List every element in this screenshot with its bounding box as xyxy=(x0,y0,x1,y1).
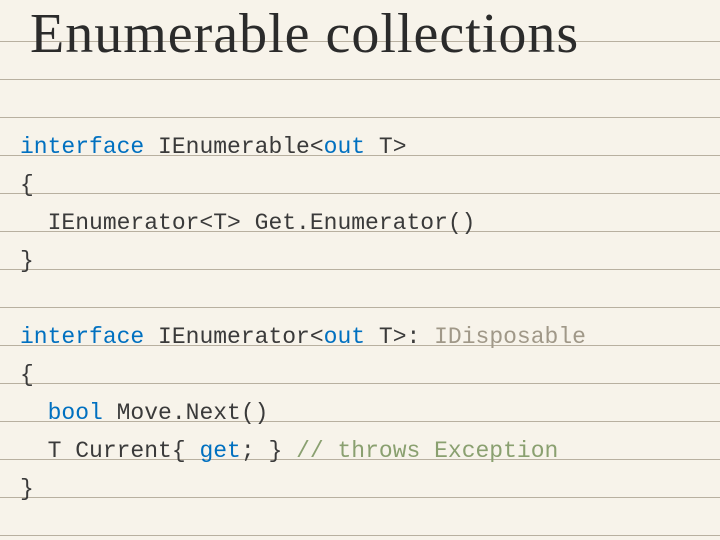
code-text: IEnumerable< xyxy=(144,134,323,160)
brace-close-2: } xyxy=(20,476,34,502)
notebook-paper: Enumerable collections interface IEnumer… xyxy=(0,0,720,540)
code-text: T Current{ xyxy=(20,438,199,464)
code-text: Move.Next() xyxy=(103,400,269,426)
keyword-out-1: out xyxy=(324,134,365,160)
keyword-interface-2: interface xyxy=(20,324,144,350)
blank-line xyxy=(20,286,34,312)
indent xyxy=(20,400,48,426)
keyword-get: get xyxy=(199,438,240,464)
code-text: T>: xyxy=(365,324,434,350)
code-text: ; } xyxy=(241,438,296,464)
code-line-method-1: IEnumerator<T> Get.Enumerator() xyxy=(20,210,475,236)
keyword-interface-1: interface xyxy=(20,134,144,160)
type-idisposable: IDisposable xyxy=(434,324,586,350)
keyword-out-2: out xyxy=(324,324,365,350)
brace-open-1: { xyxy=(20,172,34,198)
slide-title: Enumerable collections xyxy=(30,6,579,62)
code-block: interface IEnumerable<out T> { IEnumerat… xyxy=(20,128,586,508)
brace-open-2: { xyxy=(20,362,34,388)
code-text: IEnumerator< xyxy=(144,324,323,350)
comment: // throws Exception xyxy=(296,438,558,464)
code-text: T> xyxy=(365,134,406,160)
brace-close-1: } xyxy=(20,248,34,274)
keyword-bool: bool xyxy=(48,400,103,426)
